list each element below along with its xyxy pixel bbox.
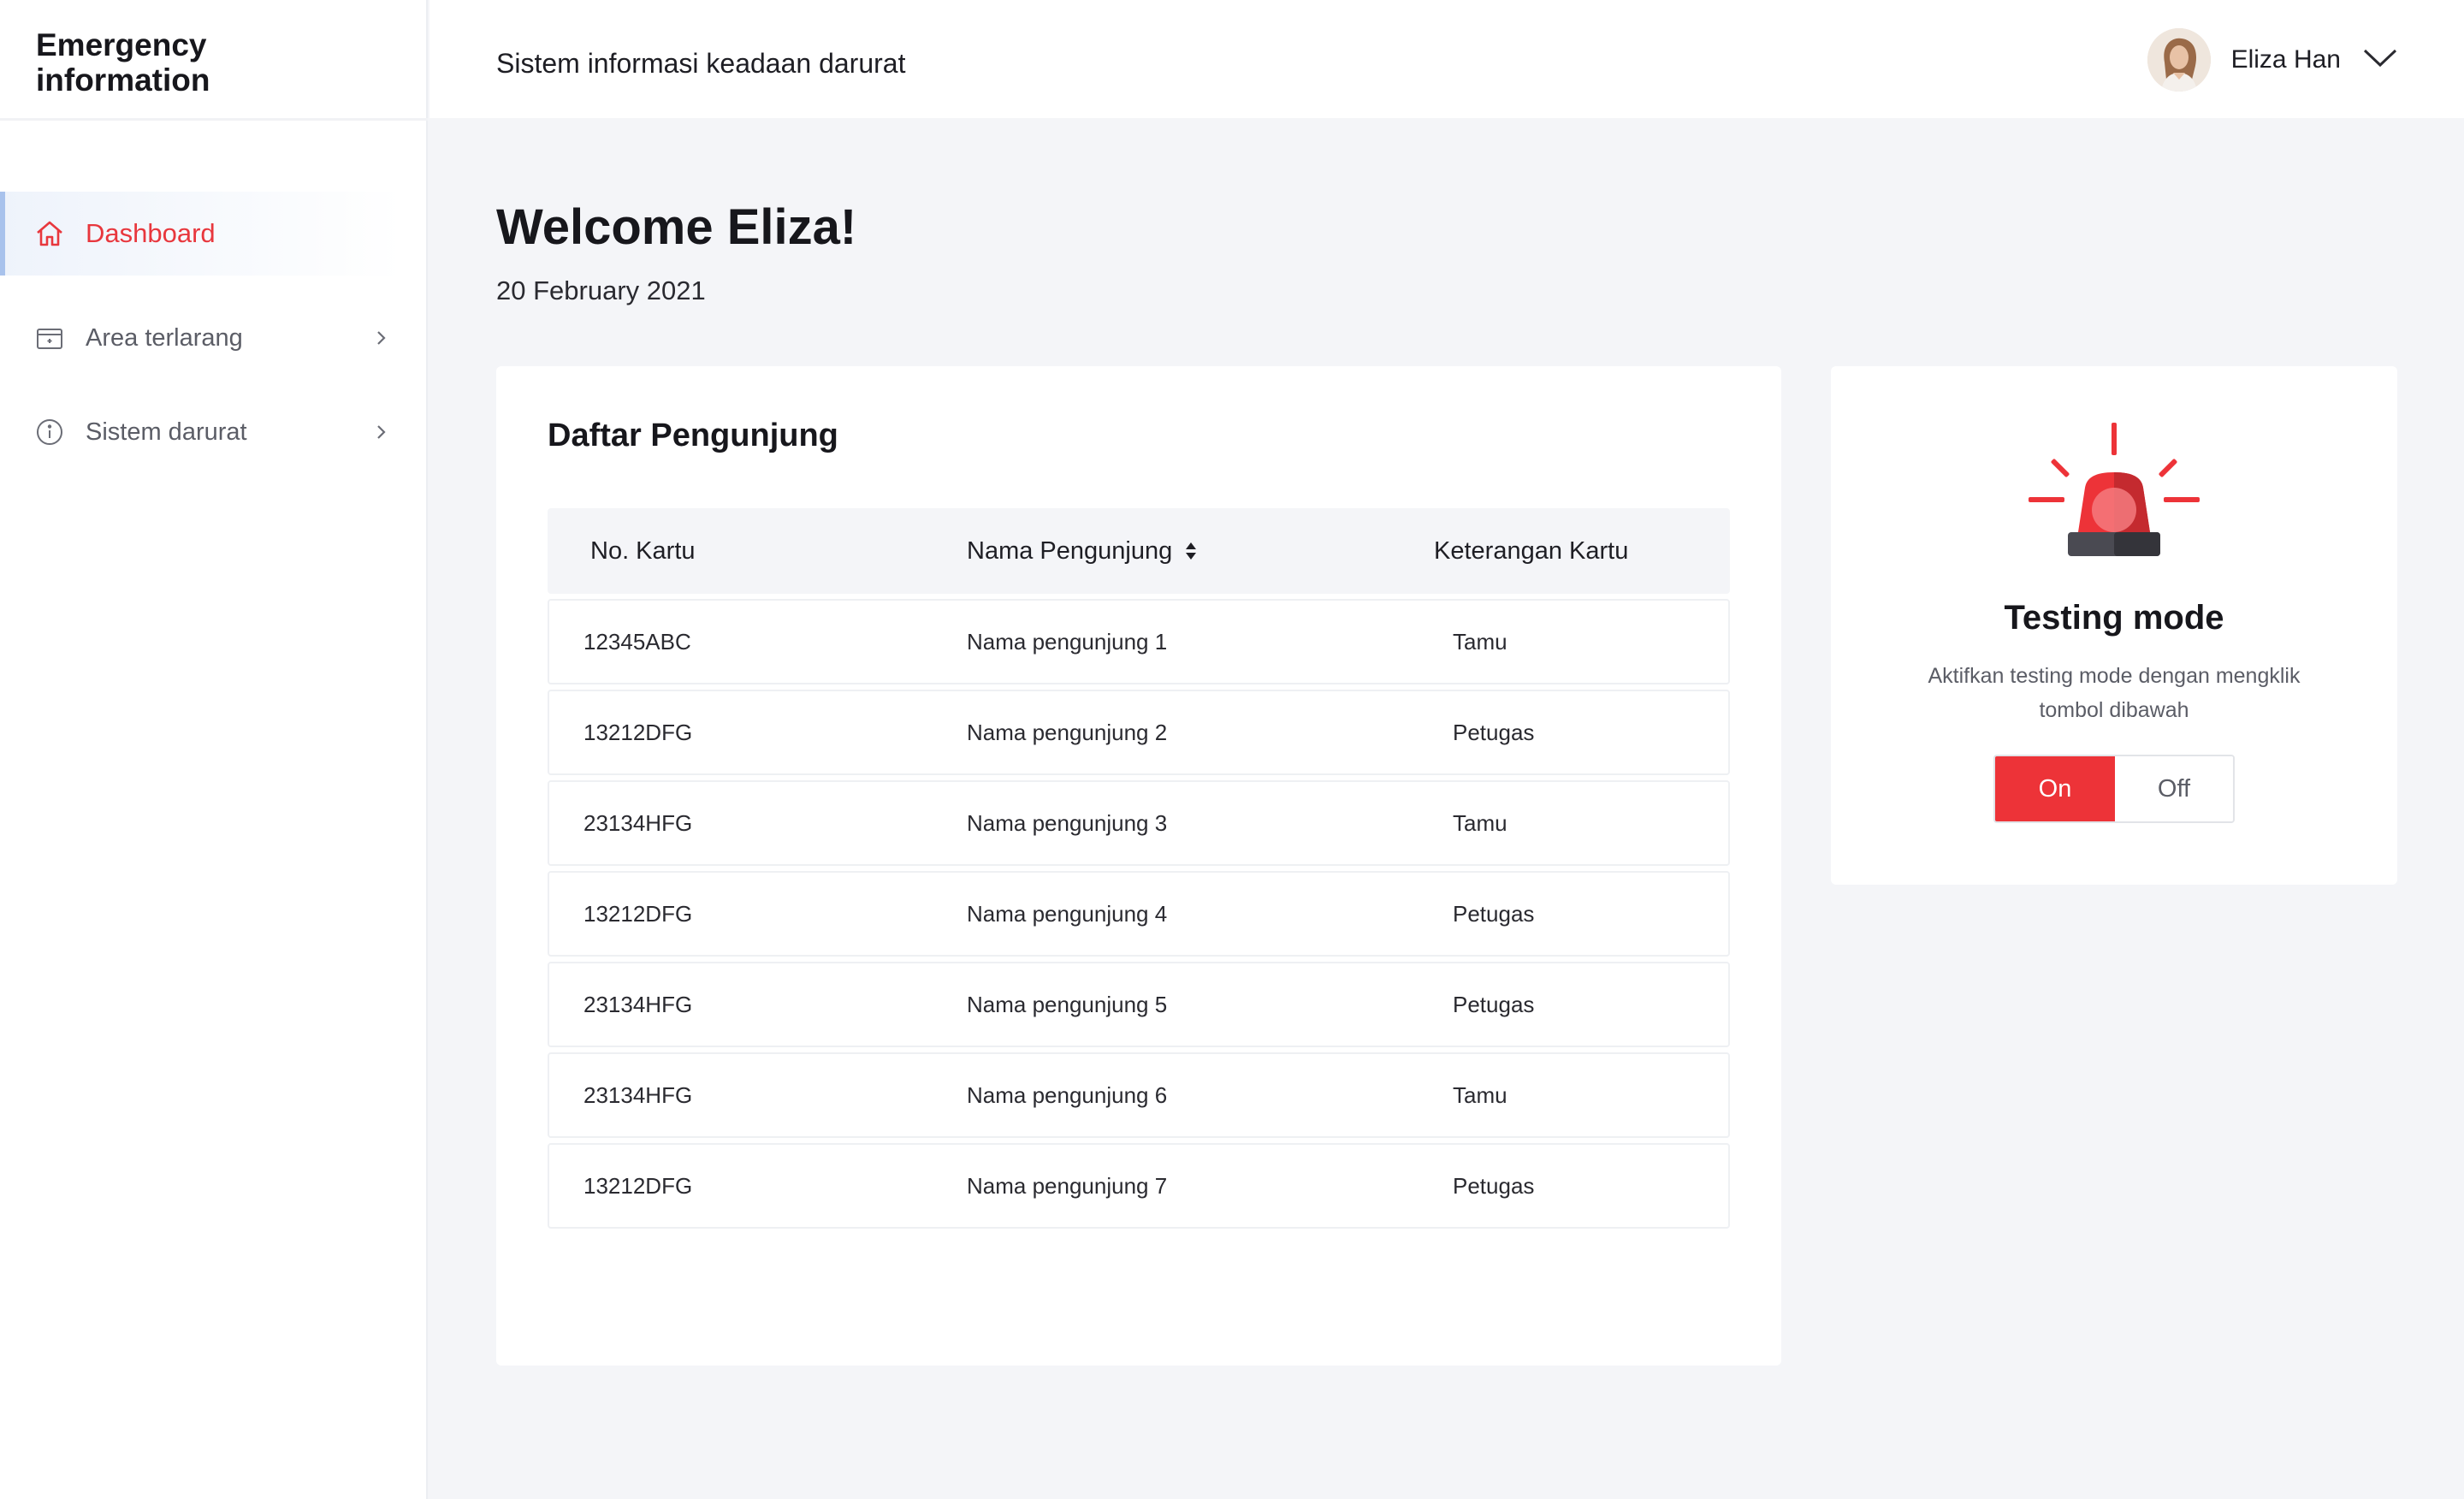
visitor-name-cell: Nama pengunjung 6	[967, 1081, 1168, 1108]
card-info-cell: Petugas	[1453, 1172, 1535, 1199]
sidebar-item-label: Area terlarang	[86, 323, 243, 352]
sort-icon[interactable]	[1184, 541, 1198, 561]
table-row[interactable]: 23134HFG Nama pengunjung 5 Petugas	[548, 962, 1730, 1047]
header-title: Sistem informasi keadaan darurat	[496, 48, 906, 79]
avatar[interactable]	[2147, 28, 2211, 92]
column-header-card-number: No. Kartu	[590, 536, 696, 565]
column-header-label: Nama Pengunjung	[967, 536, 1173, 565]
user-name: Eliza Han	[2230, 45, 2341, 74]
restricted-area-icon	[34, 323, 65, 353]
toggle-off-button[interactable]: Off	[2115, 756, 2233, 821]
table-row[interactable]: 13212DFG Nama pengunjung 4 Petugas	[548, 871, 1730, 957]
visitor-name-cell: Nama pengunjung 7	[967, 1172, 1168, 1199]
card-info-cell: Tamu	[1453, 809, 1507, 836]
card-info-cell: Petugas	[1453, 991, 1535, 1017]
card-number-cell: 23134HFG	[583, 991, 693, 1017]
visitor-name-cell: Nama pengunjung 4	[967, 900, 1168, 927]
card-number-cell: 23134HFG	[583, 1081, 693, 1108]
sidebar-item-label: Sistem darurat	[86, 418, 247, 446]
visitor-name-cell: Nama pengunjung 5	[967, 991, 1168, 1017]
table-header: No. Kartu Nama Pengunjung Keterangan Kar…	[548, 508, 1730, 594]
sidebar-item-sistem-darurat[interactable]: Sistem darurat	[0, 390, 402, 474]
visitor-list-title: Daftar Pengunjung	[548, 418, 838, 453]
chevron-right-icon	[368, 325, 394, 351]
testing-mode-title: Testing mode	[2004, 599, 2224, 637]
card-number-cell: 13212DFG	[583, 900, 693, 927]
table-row[interactable]: 23134HFG Nama pengunjung 6 Tamu	[548, 1052, 1730, 1138]
table-row[interactable]: 13212DFG Nama pengunjung 2 Petugas	[548, 690, 1730, 775]
sidebar-item-dashboard[interactable]: Dashboard	[0, 192, 402, 276]
card-number-cell: 13212DFG	[583, 719, 693, 745]
visitor-name-cell: Nama pengunjung 2	[967, 719, 1168, 745]
testing-mode-toggle: On Off	[1993, 755, 2235, 823]
visitor-name-cell: Nama pengunjung 3	[967, 809, 1168, 836]
sidebar-item-label: Dashboard	[86, 218, 216, 248]
table-row[interactable]: 23134HFG Nama pengunjung 3 Tamu	[548, 780, 1730, 866]
chevron-down-icon[interactable]	[2363, 48, 2397, 73]
column-header-visitor-name[interactable]: Nama Pengunjung	[967, 508, 1198, 594]
top-header: Sistem informasi keadaan darurat Eliza H…	[429, 0, 2464, 118]
card-number-cell: 13212DFG	[583, 1172, 693, 1199]
card-info-cell: Tamu	[1453, 1081, 1507, 1108]
testing-mode-description: Aktifkan testing mode dengan mengklik to…	[1928, 664, 2301, 722]
sidebar-item-area-terlarang[interactable]: Area terlarang	[0, 296, 402, 380]
sidebar-divider	[0, 118, 428, 121]
card-number-cell: 12345ABC	[583, 628, 691, 655]
sidebar: Emergency information Dashboard Area ter…	[0, 0, 428, 1499]
chevron-right-icon	[368, 419, 394, 445]
table-row[interactable]: 12345ABC Nama pengunjung 1 Tamu	[548, 599, 1730, 684]
page-title: Welcome Eliza!	[496, 199, 857, 255]
visitor-list-card: Daftar Pengunjung No. Kartu Nama Pengunj…	[496, 366, 1781, 1366]
testing-mode-card: Testing mode Aktifkan testing mode denga…	[1831, 366, 2397, 885]
card-info-cell: Petugas	[1453, 719, 1535, 745]
column-header-card-info: Keterangan Kartu	[1434, 536, 1629, 565]
brand-title: Emergency information	[36, 27, 210, 98]
card-info-cell: Tamu	[1453, 628, 1507, 655]
toggle-on-button[interactable]: On	[1995, 756, 2115, 821]
siren-icon	[2029, 423, 2200, 568]
visitor-name-cell: Nama pengunjung 1	[967, 628, 1168, 655]
user-menu[interactable]: Eliza Han	[2147, 27, 2397, 92]
table-row[interactable]: 13212DFG Nama pengunjung 7 Petugas	[548, 1143, 1730, 1229]
card-info-cell: Petugas	[1453, 900, 1535, 927]
current-date: 20 February 2021	[496, 276, 706, 305]
home-icon	[34, 218, 65, 249]
info-icon	[34, 417, 65, 447]
card-number-cell: 23134HFG	[583, 809, 693, 836]
